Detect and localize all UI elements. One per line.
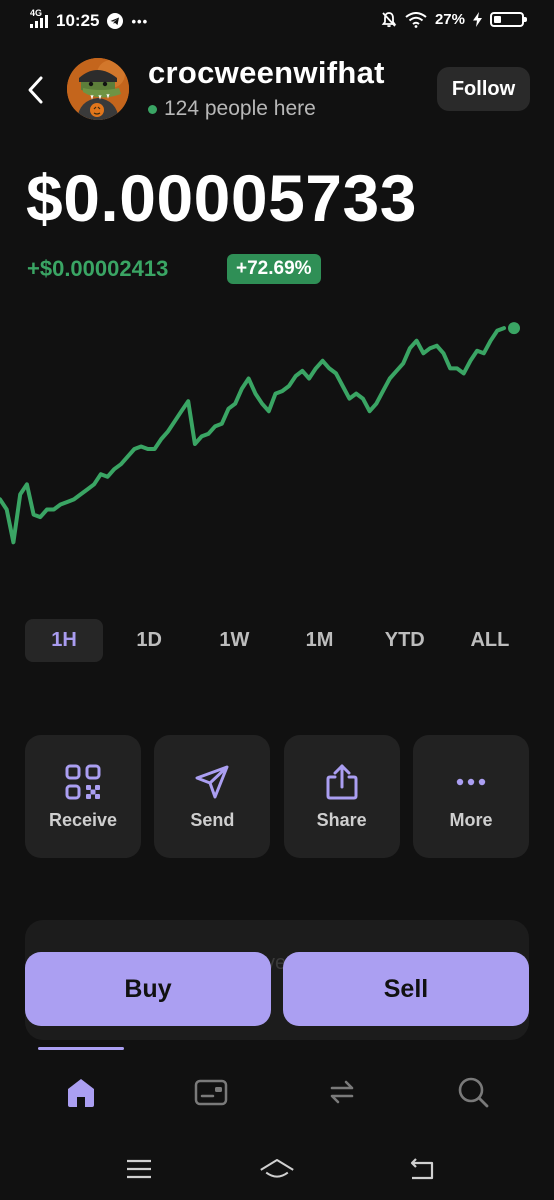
- range-label: 1M: [305, 629, 334, 651]
- online-dot-icon: [148, 104, 157, 114]
- home-icon: [68, 1079, 94, 1107]
- range-1m[interactable]: 1M: [281, 619, 359, 662]
- battery-icon: [490, 12, 527, 27]
- status-time: 10:25: [56, 11, 100, 30]
- price-line: [0, 326, 506, 545]
- status-more: •••: [131, 13, 149, 29]
- more-icon: [456, 778, 486, 786]
- range-1h[interactable]: 1H: [25, 619, 103, 662]
- charging-icon: [473, 12, 482, 27]
- active-tab-indicator: [38, 1047, 124, 1050]
- status-left: 4G 10:25 •••: [30, 8, 149, 31]
- price-change: +$0.00002413: [27, 256, 169, 281]
- receive-button[interactable]: Receive: [25, 735, 141, 858]
- wallet-icon: [194, 1079, 228, 1106]
- silent-bell-icon: [381, 12, 397, 28]
- send-button[interactable]: Send: [154, 735, 271, 858]
- send-icon: [195, 765, 229, 799]
- swap-icon: [330, 1080, 354, 1104]
- back-icon: [410, 1158, 434, 1180]
- signal-icon: 4G: [30, 8, 48, 28]
- follow-button[interactable]: Follow: [437, 67, 530, 111]
- range-label: YTD: [384, 629, 425, 651]
- nav-home[interactable]: [61, 1072, 101, 1112]
- network-type: 4G: [30, 8, 43, 18]
- range-label: 1W: [219, 629, 250, 651]
- more-button[interactable]: More: [412, 735, 529, 858]
- battery-percent: 27%: [434, 11, 465, 28]
- system-menu-button[interactable]: [121, 1154, 157, 1184]
- token-avatar: [67, 58, 129, 120]
- price-chart[interactable]: [0, 300, 554, 590]
- price-value: $0.00005733: [26, 161, 417, 235]
- nav-wallet[interactable]: [191, 1072, 231, 1112]
- status-bar: 4G 10:25 ••• 27%: [0, 0, 554, 44]
- range-1d[interactable]: 1D: [110, 619, 188, 662]
- wifi-icon: [405, 11, 427, 28]
- sell-button[interactable]: Sell: [283, 952, 529, 1026]
- current-price-point: [508, 322, 520, 335]
- nav-search[interactable]: [453, 1072, 493, 1112]
- system-nav-bar: [0, 1140, 554, 1200]
- presence-text: 124 people here: [164, 97, 316, 120]
- price-change-percent-badge: +72.69%: [227, 254, 321, 284]
- token-name: crocweenwifhat: [148, 55, 385, 90]
- status-right: 27%: [381, 11, 527, 28]
- buy-button[interactable]: Buy: [25, 952, 271, 1026]
- system-back-button[interactable]: [403, 1154, 439, 1184]
- range-all[interactable]: ALL: [451, 619, 529, 662]
- range-label: 1H: [51, 629, 77, 651]
- chevron-left-icon: [28, 76, 43, 104]
- share-icon: [326, 764, 358, 800]
- range-ytd[interactable]: YTD: [366, 619, 444, 662]
- presence-indicator: 124 people here: [148, 97, 316, 121]
- menu-icon: [127, 1159, 151, 1179]
- bottom-nav: [0, 1060, 554, 1124]
- time-range-selector: 1H 1D 1W 1M YTD ALL: [25, 619, 529, 662]
- back-button[interactable]: [22, 70, 52, 110]
- range-label: ALL: [470, 629, 510, 651]
- action-cards: Receive Send Share More: [25, 735, 529, 858]
- nav-swap[interactable]: [322, 1072, 362, 1112]
- share-label: Share: [316, 810, 367, 830]
- range-1w[interactable]: 1W: [195, 619, 273, 662]
- share-button[interactable]: Share: [283, 735, 400, 858]
- receive-label: Receive: [48, 810, 118, 830]
- search-icon: [458, 1077, 489, 1108]
- range-label: 1D: [136, 629, 162, 651]
- home-outline-icon: [260, 1159, 294, 1178]
- send-label: Send: [190, 810, 235, 830]
- qr-code-icon: [65, 764, 101, 800]
- system-home-button[interactable]: [259, 1154, 295, 1184]
- more-label: More: [449, 810, 493, 830]
- telegram-icon: [107, 13, 124, 29]
